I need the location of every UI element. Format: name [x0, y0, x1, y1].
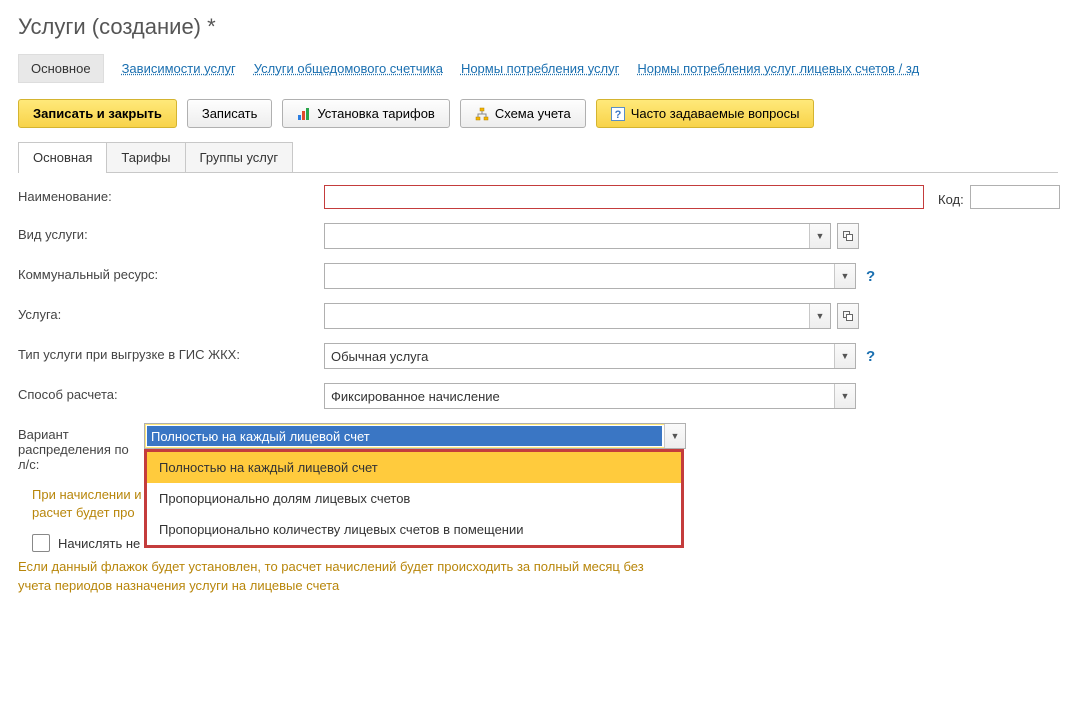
- calc-method-value: Фиксированное начисление: [325, 384, 834, 408]
- save-close-button[interactable]: Записать и закрыть: [18, 99, 177, 128]
- code-input[interactable]: [970, 185, 1060, 209]
- nav-tab-norms[interactable]: Нормы потребления услуг: [461, 61, 619, 76]
- faq-label: Часто задаваемые вопросы: [631, 106, 800, 121]
- gis-type-value: Обычная услуга: [325, 344, 834, 368]
- variant-option-full[interactable]: Полностью на каждый лицевой счет: [147, 452, 681, 483]
- open-ref-button[interactable]: [837, 223, 859, 249]
- scheme-button[interactable]: Схема учета: [460, 99, 586, 128]
- toolbar: Записать и закрыть Записать Установка та…: [18, 99, 1058, 128]
- bar-chart-icon: [297, 107, 311, 121]
- tab-groups[interactable]: Группы услуг: [185, 142, 294, 172]
- gis-type-select[interactable]: Обычная услуга ▼: [324, 343, 856, 369]
- hint-text-1a: При начислении и: [32, 487, 142, 502]
- nav-tab-dependencies[interactable]: Зависимости услуг: [122, 61, 236, 76]
- question-icon: ?: [611, 107, 625, 121]
- service-type-select[interactable]: ▼: [324, 223, 831, 249]
- variant-option-count[interactable]: Пропорционально количеству лицевых счето…: [147, 514, 681, 545]
- tab-tariffs[interactable]: Тарифы: [106, 142, 185, 172]
- tab-main[interactable]: Основная: [18, 142, 107, 172]
- dropdown-icon[interactable]: ▼: [834, 384, 855, 408]
- service-type-value: [325, 224, 809, 248]
- code-label: Код:: [938, 188, 964, 207]
- nav-tabs: Основное Зависимости услуг Услуги общедо…: [18, 54, 1058, 83]
- variant-option-shares[interactable]: Пропорционально долям лицевых счетов: [147, 483, 681, 514]
- nav-tab-house-meter[interactable]: Услуги общедомового счетчика: [254, 61, 443, 76]
- dropdown-icon[interactable]: ▼: [834, 264, 855, 288]
- resource-label: Коммунальный ресурс:: [18, 263, 318, 282]
- help-icon[interactable]: ?: [866, 348, 875, 365]
- faq-button[interactable]: ? Часто задаваемые вопросы: [596, 99, 815, 128]
- hint-text-2: Если данный флажок будет установлен, то …: [18, 559, 644, 592]
- open-ref-button[interactable]: [837, 303, 859, 329]
- variant-dropdown[interactable]: Полностью на каждый лицевой счет ▼ Полно…: [144, 423, 686, 449]
- service-select[interactable]: ▼: [324, 303, 831, 329]
- set-tariffs-button[interactable]: Установка тарифов: [282, 99, 449, 128]
- gis-type-label: Тип услуги при выгрузке в ГИС ЖКХ:: [18, 343, 318, 362]
- name-input[interactable]: [324, 185, 924, 209]
- scheme-label: Схема учета: [495, 106, 571, 121]
- calc-method-select[interactable]: Фиксированное начисление ▼: [324, 383, 856, 409]
- set-tariffs-label: Установка тарифов: [317, 106, 434, 121]
- full-month-checkbox[interactable]: [32, 534, 50, 552]
- resource-select[interactable]: ▼: [324, 263, 856, 289]
- dropdown-icon[interactable]: ▼: [809, 224, 830, 248]
- service-label: Услуга:: [18, 303, 318, 322]
- open-icon: [843, 231, 853, 241]
- name-label: Наименование:: [18, 185, 318, 204]
- variant-selected-value: Полностью на каждый лицевой счет: [147, 426, 662, 446]
- dropdown-icon[interactable]: ▼: [834, 344, 855, 368]
- dropdown-icon[interactable]: ▼: [664, 424, 685, 448]
- svg-text:?: ?: [614, 109, 621, 121]
- inner-tabs: Основная Тарифы Группы услуг: [18, 142, 1058, 173]
- calc-method-label: Способ расчета:: [18, 383, 318, 402]
- page-title: Услуги (создание) *: [18, 14, 1058, 40]
- save-button[interactable]: Записать: [187, 99, 273, 128]
- help-icon[interactable]: ?: [866, 268, 875, 285]
- dropdown-icon[interactable]: ▼: [809, 304, 830, 328]
- checkbox-label: Начислять не: [58, 536, 140, 551]
- nav-tab-account-norms[interactable]: Нормы потребления услуг лицевых счетов /…: [637, 61, 919, 76]
- service-type-label: Вид услуги:: [18, 223, 318, 242]
- nav-tab-main[interactable]: Основное: [18, 54, 104, 83]
- open-icon: [843, 311, 853, 321]
- service-value: [325, 304, 809, 328]
- variant-dropdown-list: Полностью на каждый лицевой счет Пропорц…: [144, 449, 684, 548]
- resource-value: [325, 264, 834, 288]
- variant-label: Вариант распределения по л/с:: [18, 423, 138, 472]
- hierarchy-icon: [475, 107, 489, 121]
- hint-text-1b: расчет будет про: [32, 505, 135, 520]
